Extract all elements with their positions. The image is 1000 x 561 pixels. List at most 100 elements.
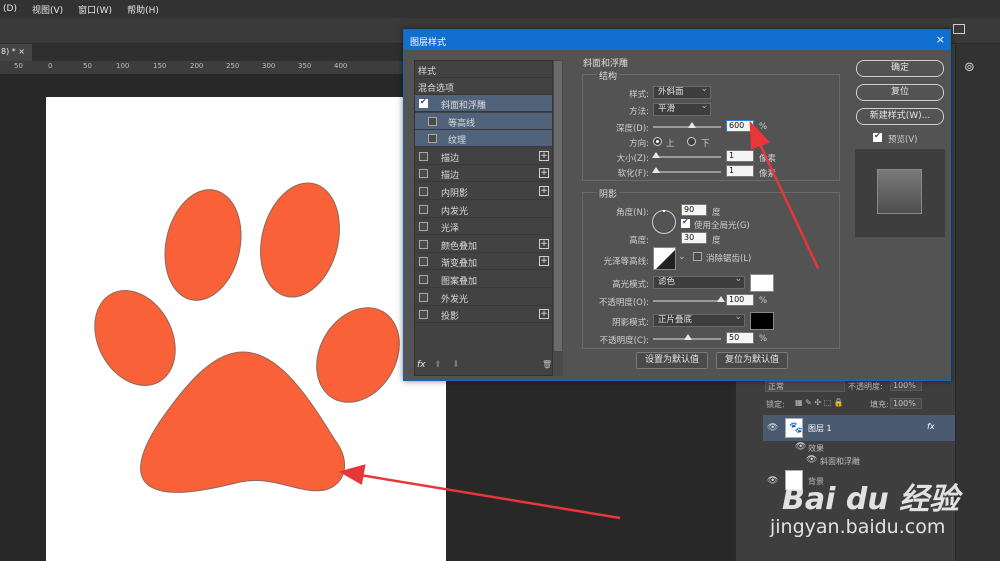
bevel-style-select[interactable]: 外斜面 [653,84,711,99]
add-icon[interactable]: + [539,186,549,196]
depth-slider-knob[interactable] [688,122,696,128]
add-icon[interactable]: + [539,168,549,179]
structure-title: 结构 [597,69,620,82]
ok-button[interactable]: 确定 [856,60,944,77]
reset-default-button[interactable]: 复位为默认值 [716,352,788,369]
altitude-input[interactable]: 30 [681,232,707,244]
direction-down-radio[interactable] [687,137,696,146]
shadow-opacity-knob[interactable] [684,334,692,340]
style-item-checkbox[interactable] [419,204,428,214]
new-style-button[interactable]: 新建样式(W)... [856,108,944,125]
shadow-color-swatch[interactable] [750,312,774,330]
workspace-icon[interactable] [953,24,965,34]
style-item-checkbox[interactable] [419,310,428,320]
shadow-opacity-input[interactable]: 50 [726,332,754,344]
reset-button[interactable]: 复位 [856,84,944,101]
size-slider[interactable] [653,156,721,158]
style-item[interactable]: 斜面和浮雕 [415,95,552,112]
style-item-checkbox[interactable] [419,257,428,267]
add-icon[interactable]: + [539,256,549,267]
highlight-mode-select[interactable]: 滤色 [653,274,745,289]
style-item[interactable]: 光泽 [415,218,552,236]
eye-icon[interactable]: 👁 [767,423,778,433]
antialias-checkbox[interactable] [693,252,702,261]
layer-1-name[interactable]: 图层 1 [808,423,832,434]
lock-icons[interactable]: ▦ ✎ ✣ ⬚ 🔒 [795,398,844,407]
style-item-checkbox[interactable] [419,151,428,161]
paw-toe-right [316,307,400,403]
style-item-checkbox[interactable] [419,187,428,196]
angle-input[interactable]: 90 [681,204,707,216]
depth-slider[interactable] [653,126,721,128]
opacity-input[interactable]: 100% [890,380,922,391]
style-item-checkbox[interactable] [419,169,428,179]
cloud-icon[interactable]: ⊚ [964,60,975,75]
soften-slider-knob[interactable] [652,167,660,173]
fx-icon[interactable]: fx [927,422,935,431]
style-item[interactable]: 描边 + [415,165,552,183]
depth-input[interactable]: 600 [726,120,754,132]
size-slider-knob[interactable] [652,152,660,158]
highlight-opacity-input[interactable]: 100 [726,294,754,306]
fill-input[interactable]: 100% [890,398,922,409]
soften-slider[interactable] [653,171,721,173]
eye-icon[interactable]: 👁 [806,455,817,465]
trash-icon[interactable]: 🗑 [542,360,552,369]
style-item[interactable]: 内发光 [415,201,552,218]
style-item-checkbox[interactable] [428,116,437,126]
chevron-down-icon[interactable]: ⌄ [678,252,686,262]
highlight-opacity-slider[interactable] [653,300,721,302]
style-item-checkbox[interactable] [419,275,428,284]
style-item-checkbox[interactable] [419,292,428,302]
style-list: 样式 混合选项 斜面和浮雕等高线纹理描边+描边+内阴影+内发光光泽颜色叠加+渐变… [414,60,553,376]
direction-down-label: 下 [701,139,710,149]
style-item-checkbox[interactable] [419,97,428,108]
style-item[interactable]: 外发光 [415,289,552,306]
style-list-header[interactable]: 样式 [415,61,552,78]
highlight-color-swatch[interactable] [750,274,774,292]
style-item[interactable]: 图案叠加 [415,271,552,288]
blending-options[interactable]: 混合选项 [415,78,552,95]
gloss-contour-picker[interactable] [653,247,676,270]
method-select[interactable]: 平滑 [653,101,711,116]
highlight-opacity-knob[interactable] [717,296,725,302]
paw-print-artwork[interactable] [0,0,460,561]
move-up-icon[interactable]: ⬆ [434,360,442,370]
eye-icon[interactable]: 👁 [795,442,806,452]
style-item[interactable]: 描边 + [415,148,552,165]
style-item-checkbox[interactable] [419,239,428,249]
close-icon[interactable]: × [936,33,945,46]
altitude-unit: 度 [712,236,721,246]
angle-dial[interactable] [652,210,676,234]
style-item[interactable]: 纹理 [415,130,552,148]
direction-up-radio[interactable] [653,137,662,146]
shadow-mode-select[interactable]: 正片叠底 [653,312,745,327]
eye-icon[interactable]: 👁 [767,476,778,486]
add-icon[interactable]: + [539,238,549,249]
blend-mode-select[interactable]: 正常 [765,381,845,392]
soften-input[interactable]: 1 [726,165,754,177]
right-toolbar: ⊚ [955,44,1000,561]
style-item-checkbox[interactable] [428,134,437,144]
style-item-checkbox[interactable] [419,222,428,232]
style-item[interactable]: 投影 + [415,306,552,324]
style-item-label: 外发光 [441,294,469,305]
scrollbar-thumb[interactable] [554,61,562,351]
style-item[interactable]: 内阴影 + [415,183,552,200]
set-default-button[interactable]: 设置为默认值 [636,352,708,369]
global-light-checkbox[interactable] [681,217,690,228]
style-item[interactable]: 等高线 [415,112,552,130]
add-icon[interactable]: + [539,150,549,161]
layer-1-thumbnail: 🐾 [785,418,803,438]
antialias-label: 消除锯齿(L) [706,254,752,264]
style-item[interactable]: 颜色叠加 + [415,236,552,253]
size-input[interactable]: 1 [726,150,754,162]
dialog-title: 图层样式 [404,30,950,50]
style-item-label: 等高线 [448,118,476,129]
move-down-icon[interactable]: ⬇ [452,360,460,370]
add-icon[interactable]: + [539,309,549,320]
style-item[interactable]: 渐变叠加 + [415,253,552,271]
preview-checkbox[interactable] [873,131,882,142]
bevel-section-title: 斜面和浮雕 [581,56,631,69]
fx-icon[interactable]: fx [417,360,426,370]
